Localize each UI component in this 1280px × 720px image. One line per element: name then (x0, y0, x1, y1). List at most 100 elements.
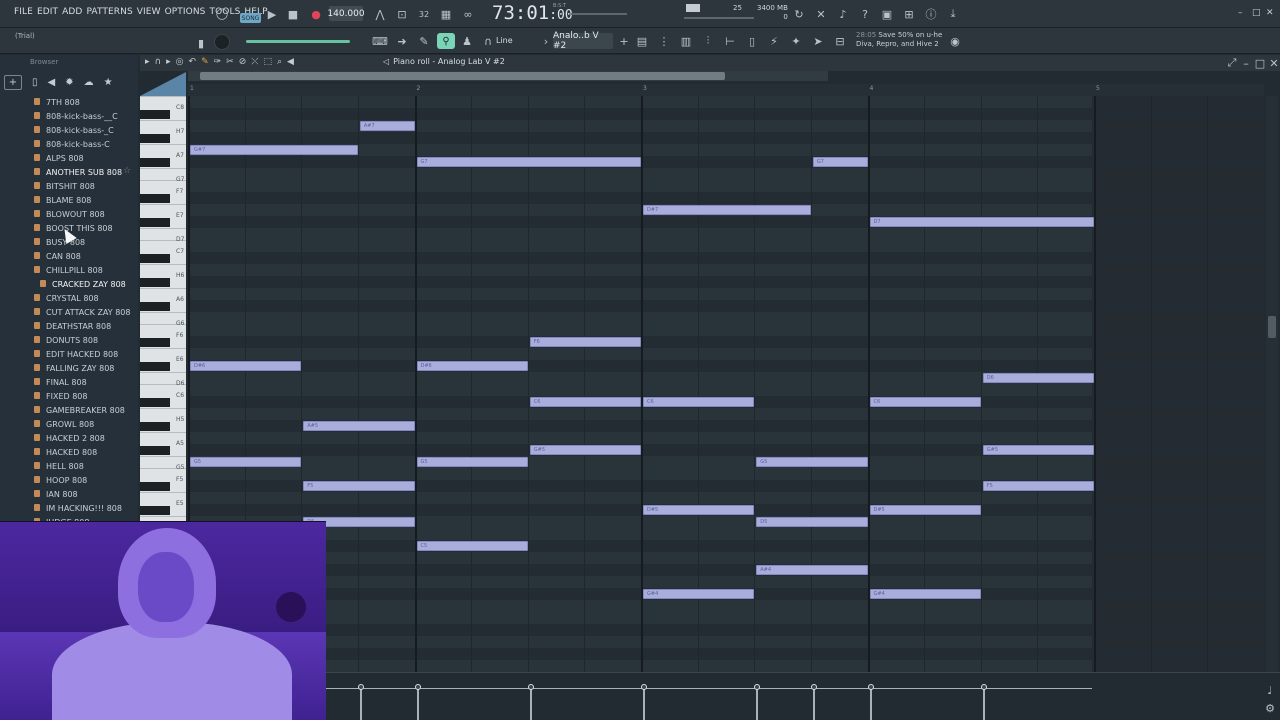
browser-item[interactable]: HELL 808 (0, 459, 138, 473)
close-icon[interactable]: ✕ (1266, 8, 1274, 18)
minimize-icon[interactable]: – (1238, 8, 1243, 18)
song-mode-button[interactable]: SONG (240, 13, 261, 23)
help-icon[interactable]: ? (857, 6, 873, 22)
browser-item[interactable]: BITSHIT 808 (0, 179, 138, 193)
browser-item[interactable]: GROWL 808 (0, 417, 138, 431)
link-icon[interactable]: ⚲ (437, 33, 455, 49)
black-key[interactable] (140, 446, 170, 455)
note[interactable]: D#7 (643, 205, 811, 215)
browser-item[interactable]: FINAL 808 (0, 375, 138, 389)
velocity-handle[interactable] (980, 684, 987, 690)
refresh-icon[interactable]: ↻ (791, 6, 807, 22)
note[interactable]: C6 (869, 397, 981, 407)
note-grid[interactable]: A#7 G#7 G7 G7 D#7 D7 F6 D#6 D#6 D6 C6 C6 C6 A#5 G#5 G#5… (188, 96, 1264, 672)
browser-item[interactable]: ANOTHER SUB 808 ☆ (0, 165, 138, 179)
chevron-right-icon[interactable]: › (538, 33, 554, 49)
browser-item[interactable]: 808-kick-bass-__C (0, 109, 138, 123)
browser-add-icon[interactable]: + (4, 74, 22, 90)
browser-tree-icon[interactable]: ⊢ (722, 33, 738, 49)
vertical-scrollbar-thumb[interactable] (1268, 316, 1276, 338)
stamp-icon[interactable]: ♟ (459, 33, 475, 49)
note[interactable]: G5 (190, 457, 302, 467)
browser-item[interactable]: EDIT HACKED 808 (0, 347, 138, 361)
black-key[interactable] (140, 362, 170, 371)
note[interactable]: D7 (869, 217, 1094, 227)
tools-icon[interactable]: ✕ (813, 6, 829, 22)
browser-item[interactable]: GAMEBREAKER 808 (0, 403, 138, 417)
master-volume-slider[interactable] (246, 40, 350, 43)
browser-item[interactable]: IM HACKING!!! 808 (0, 501, 138, 515)
note[interactable]: G#4 (869, 589, 981, 599)
piano-keyboard[interactable]: C8 H7 A7 G7 F7 E7 D7 C7 H6 A6 G6 F6 E6 D6 C6 H5 A5 G5 F5 E5 (140, 96, 186, 524)
plug-icon[interactable]: ⚡ (766, 33, 782, 49)
pr-mute-icon[interactable]: ⊘ (239, 57, 247, 67)
note[interactable]: C5 (416, 541, 528, 551)
velocity-stem[interactable] (982, 688, 985, 720)
browser-item[interactable]: CUT ATTACK ZAY 808 (0, 305, 138, 319)
time-ruler[interactable] (188, 84, 1264, 96)
browser-item[interactable]: DONUTS 808 (0, 333, 138, 347)
pr-target-icon[interactable]: ◎ (176, 57, 184, 67)
velocity-handle[interactable] (357, 684, 364, 690)
note[interactable]: G7 (812, 157, 868, 167)
microphone-icon[interactable]: ♪ (835, 6, 851, 22)
velocity-handle[interactable] (867, 684, 874, 690)
globe-icon[interactable]: ◉ (947, 33, 963, 49)
pattern-song-toggle-icon[interactable]: ◯ (214, 5, 230, 21)
black-key[interactable] (140, 110, 170, 119)
velocity-stem[interactable] (416, 688, 419, 720)
typing-keyboard-icon[interactable]: ⌨ (372, 33, 388, 49)
note[interactable]: A#5 (303, 421, 415, 431)
black-key[interactable] (140, 254, 170, 263)
menu-options[interactable]: OPTIONS (165, 7, 206, 17)
browser-item[interactable]: CAN 808 (0, 249, 138, 263)
magnet-icon[interactable]: ∩ (480, 33, 496, 49)
note[interactable]: A#7 (359, 121, 415, 131)
note[interactable]: G#4 (643, 589, 755, 599)
browser-item[interactable]: HACKED 2 808 (0, 431, 138, 445)
browser-item[interactable]: 808-kick-bass-C (0, 137, 138, 151)
master-volume-knob[interactable] (214, 34, 230, 50)
velocity-stem[interactable] (756, 688, 759, 720)
note[interactable]: D#5 (869, 505, 981, 515)
velocity-lane[interactable] (326, 672, 1280, 720)
browser-star-icon[interactable]: ★ (104, 77, 113, 88)
browser-item[interactable]: 808-kick-bass-_C (0, 123, 138, 137)
note[interactable]: G#5 (982, 445, 1094, 455)
channel-rack-icon[interactable]: ⋮ (656, 33, 672, 49)
browser-plugin-icon[interactable]: ✹ (65, 77, 73, 88)
note[interactable]: C6 (643, 397, 755, 407)
menu-file[interactable]: FILE (14, 7, 33, 17)
stop-icon[interactable]: ■ (285, 6, 301, 22)
browser-item[interactable]: DEATHSTAR 808 (0, 319, 138, 333)
note[interactable]: C6 (529, 397, 641, 407)
step-edit-icon[interactable]: ▦ (438, 6, 454, 22)
black-key[interactable] (140, 398, 170, 407)
browser-item[interactable]: 7TH 808 (0, 95, 138, 109)
note[interactable]: D5 (756, 517, 868, 527)
pr-magnet-icon[interactable]: ∩ (155, 57, 162, 67)
browser-item[interactable]: CRACKED ZAY 808 (0, 277, 138, 291)
countdown-icon[interactable]: 32 (416, 6, 432, 22)
black-key[interactable] (140, 218, 170, 227)
pr-select-icon[interactable]: ⬚ (263, 57, 272, 67)
plugin-picker-icon[interactable]: ➤ (810, 33, 826, 49)
black-key[interactable] (140, 158, 170, 167)
note[interactable]: D6 (982, 373, 1094, 383)
piano-roll-icon[interactable]: ▥ (678, 33, 694, 49)
browser-item[interactable]: ALPS 808 (0, 151, 138, 165)
velocity-stem[interactable] (869, 688, 872, 720)
velocity-stem[interactable] (359, 688, 362, 720)
black-key[interactable] (140, 338, 170, 347)
browser-item[interactable]: FALLING ZAY 808 (0, 361, 138, 375)
note[interactable]: D#6 (190, 361, 302, 371)
zoom-handle[interactable] (140, 72, 186, 96)
browser-item[interactable]: FIXED 808 (0, 389, 138, 403)
menu-patterns[interactable]: PATTERNS (86, 7, 132, 17)
loop-record-icon[interactable]: ∞ (460, 6, 476, 22)
wrench-icon[interactable]: ✦ (788, 33, 804, 49)
black-key[interactable] (140, 506, 170, 515)
info-icon[interactable]: ⓘ (923, 6, 939, 22)
velocity-stem[interactable] (529, 688, 532, 720)
mixer-icon[interactable]: ⊞ (901, 6, 917, 22)
